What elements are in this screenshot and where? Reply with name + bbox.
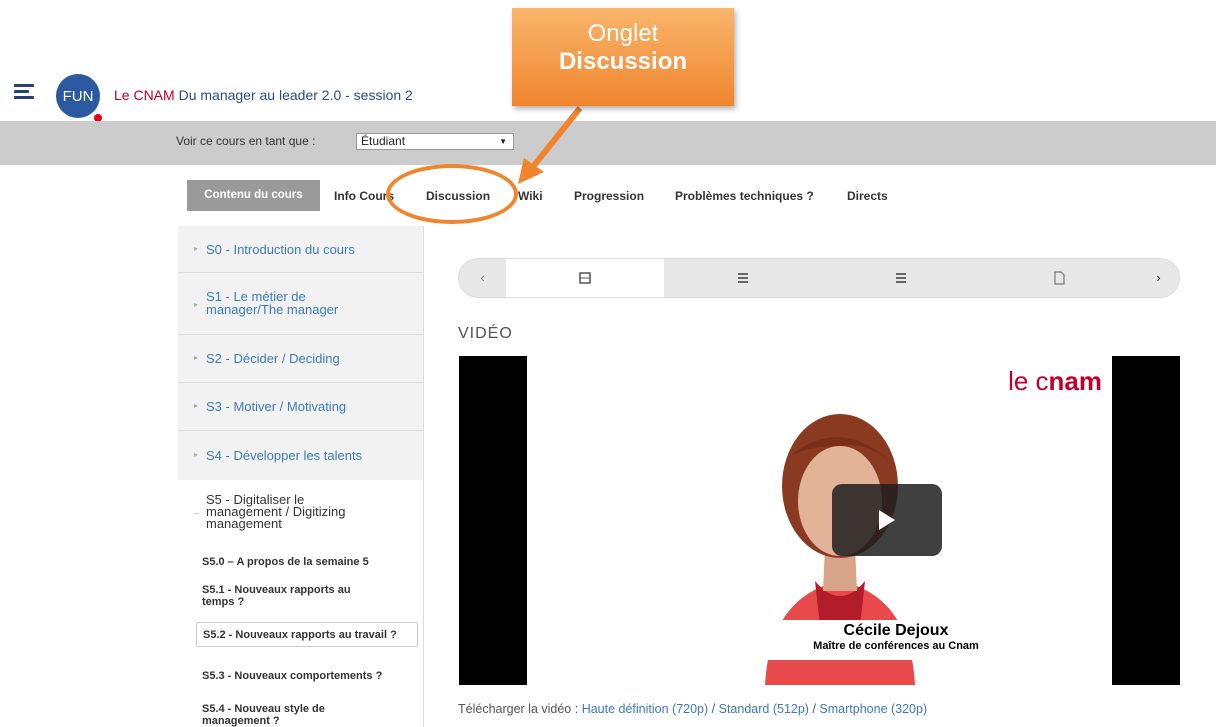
chevron-down-icon: – [194, 508, 200, 518]
list-icon [896, 273, 906, 283]
subsection-item-active[interactable]: S5.2 - Nouveaux rapports au travail ? [196, 622, 418, 647]
hamburger-menu-icon[interactable] [14, 84, 34, 100]
chevron-right-icon: › [1156, 270, 1161, 285]
chevron-right-icon: ▸ [194, 450, 199, 459]
section-s5[interactable]: – S5 - Digitaliser le management / Digit… [178, 480, 423, 727]
caption-role: Maître de conférences au Cnam [813, 640, 979, 652]
video-frame: le cnam Cécile Dejoux Maître de conféren… [527, 356, 1112, 685]
video-caption: Cécile Dejoux Maître de conférences au C… [765, 620, 1027, 660]
sequence-tab-video-active[interactable] [506, 259, 664, 297]
play-icon [879, 510, 895, 530]
chevron-right-icon: ▸ [194, 244, 199, 253]
sequence-tab-list[interactable] [664, 259, 822, 297]
highlight-ellipse [386, 164, 518, 224]
download-smartphone-link[interactable]: Smartphone (320p) [819, 702, 927, 716]
caption-name: Cécile Dejoux [843, 622, 949, 639]
tab-directs[interactable]: Directs [847, 183, 888, 209]
callout-line1: Onglet [587, 20, 659, 47]
annotation-callout: Onglet Discussion [512, 8, 734, 106]
subsection-item[interactable]: S5.0 – A propos de la semaine 5 [202, 556, 417, 568]
section-s3[interactable]: ▸ S3 - Motiver / Motivating [178, 382, 423, 431]
play-button[interactable] [832, 484, 942, 556]
chevron-right-icon: ▸ [194, 401, 199, 410]
section-s1[interactable]: ▸ S1 - Le métier de manager/The manager [178, 272, 423, 335]
fun-logo-text: FUN [62, 87, 94, 105]
sequence-tab-list[interactable] [822, 259, 980, 297]
caret-down-icon: ▼ [499, 137, 507, 146]
subsection-item[interactable]: S5.4 - Nouveau style de management ? [202, 703, 382, 727]
tab-course-content[interactable]: Contenu du cours [187, 180, 320, 211]
sequence-tab-document[interactable] [980, 259, 1138, 297]
tab-course-info[interactable]: Info Cours [334, 183, 394, 209]
section-s4[interactable]: ▸ S4 - Développer les talents [178, 430, 423, 481]
course-name: Du manager au leader 2.0 - session 2 [178, 87, 413, 103]
role-label: Voir ce cours en tant que : [176, 134, 316, 148]
chevron-right-icon: ▸ [194, 300, 199, 309]
tab-technical-problems[interactable]: Problèmes techniques ? [675, 183, 814, 209]
video-heading: VIDÉO [458, 325, 513, 342]
course-navigation: ▸ S0 - Introduction du cours ▸ S1 - Le m… [178, 226, 424, 727]
chevron-left-icon: ‹ [480, 270, 485, 285]
role-select[interactable]: Étudiant ▼ [356, 133, 514, 150]
video-icon [579, 272, 591, 284]
download-label: Télécharger la vidéo : [458, 702, 579, 716]
callout-line2: Discussion [558, 48, 688, 75]
document-icon [1054, 271, 1065, 285]
fun-logo[interactable]: FUN [56, 74, 102, 122]
sequence-navigation: ‹ › [458, 258, 1180, 298]
chevron-right-icon: ▸ [194, 353, 199, 362]
next-button[interactable]: › [1138, 259, 1179, 297]
list-icon [738, 273, 748, 283]
course-title[interactable]: Le CNAM Du manager au leader 2.0 - sessi… [114, 87, 413, 103]
download-links: Télécharger la vidéo : Haute définition … [458, 702, 928, 716]
video-player[interactable]: le cnam Cécile Dejoux Maître de conféren… [459, 356, 1180, 685]
previous-button[interactable]: ‹ [459, 259, 506, 297]
section-s0[interactable]: ▸ S0 - Introduction du cours [178, 226, 423, 273]
cnam-logo: le cnam [1008, 366, 1102, 396]
download-hd-link[interactable]: Haute définition (720p) [582, 702, 708, 716]
download-standard-link[interactable]: Standard (512p) [719, 702, 809, 716]
subsection-item[interactable]: S5.3 - Nouveaux comportements ? [202, 670, 417, 682]
section-s2[interactable]: ▸ S2 - Décider / Deciding [178, 334, 423, 383]
annotation-arrow [518, 106, 583, 184]
course-org: Le CNAM [114, 87, 175, 103]
subsection-item[interactable]: S5.1 - Nouveaux rapports au temps ? [202, 584, 382, 608]
role-select-value: Étudiant [361, 134, 406, 148]
